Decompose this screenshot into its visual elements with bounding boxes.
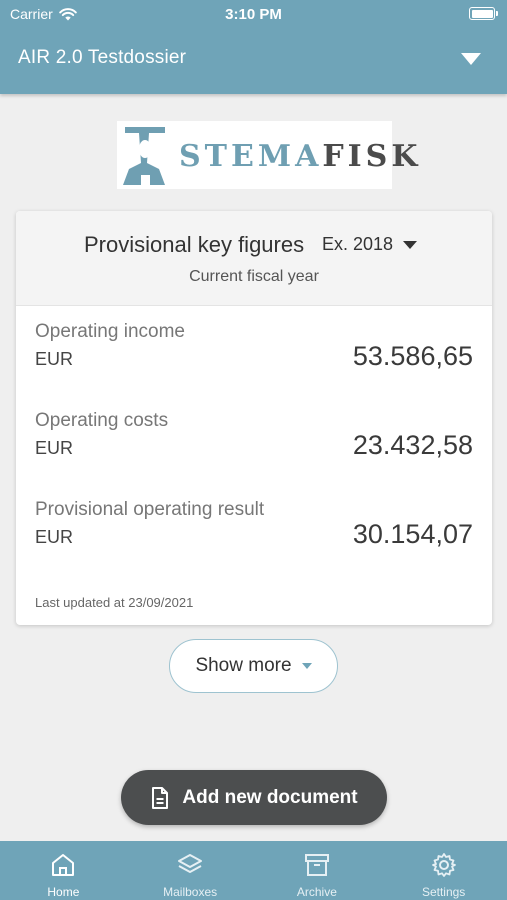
figure-value: 23.432,58 bbox=[352, 430, 473, 460]
fiscal-year-value: Ex. 2018 bbox=[322, 234, 394, 254]
figure-row-operating-result: Provisional operating result EUR 30.154,… bbox=[35, 499, 473, 569]
tab-mailboxes[interactable]: Mailboxes bbox=[127, 841, 254, 900]
figure-unit: EUR bbox=[35, 527, 74, 547]
logo-mark-icon bbox=[123, 127, 165, 185]
last-updated: Last updated at 23/09/2021 bbox=[35, 595, 194, 610]
status-time: 3:10 PM bbox=[225, 6, 282, 23]
caret-down-icon bbox=[403, 240, 418, 249]
figure-label: Operating costs bbox=[35, 410, 169, 431]
show-more-button[interactable]: Show more bbox=[169, 639, 338, 693]
figure-row-operating-costs: Operating costs EUR 23.432,58 bbox=[35, 410, 473, 480]
show-more-label: Show more bbox=[195, 655, 292, 676]
tab-label: Home bbox=[47, 885, 80, 899]
layers-icon bbox=[178, 854, 203, 873]
figure-value: 53.586,65 bbox=[352, 341, 473, 371]
card-title: Provisional key figures bbox=[84, 232, 305, 257]
add-new-document-label: Add new document bbox=[182, 786, 358, 808]
card-subtitle: Current fiscal year bbox=[189, 268, 319, 285]
top-bar: Carrier 3:10 PM AIR 2.0 Testdossier bbox=[0, 0, 507, 94]
add-new-document-button[interactable]: Add new document bbox=[121, 770, 387, 825]
logo-text: STEMAFISK bbox=[179, 139, 422, 174]
battery-icon bbox=[469, 7, 498, 20]
figure-row-operating-income: Operating income EUR 53.586,65 bbox=[35, 321, 473, 391]
tab-label: Mailboxes bbox=[163, 885, 218, 899]
dossier-title[interactable]: AIR 2.0 Testdossier bbox=[18, 47, 186, 69]
figure-unit: EUR bbox=[35, 438, 74, 458]
card-header: Provisional key figures Ex. 2018 Current… bbox=[16, 211, 492, 306]
tab-home[interactable]: Home bbox=[0, 841, 127, 900]
tab-archive[interactable]: Archive bbox=[254, 841, 381, 900]
archive-icon bbox=[304, 854, 329, 876]
figure-label: Provisional operating result bbox=[35, 499, 265, 520]
home-icon bbox=[52, 854, 75, 876]
key-figures-card: Provisional key figures Ex. 2018 Current… bbox=[16, 211, 492, 625]
company-logo: STEMAFISK bbox=[117, 121, 417, 189]
fiscal-year-select[interactable]: Ex. 2018 bbox=[322, 234, 418, 255]
bottom-tab-bar: Home Mailboxes Archive Settings bbox=[0, 841, 507, 900]
tab-label: Archive bbox=[296, 885, 337, 899]
tab-settings[interactable]: Settings bbox=[380, 841, 507, 900]
figure-value: 30.154,07 bbox=[352, 519, 473, 549]
figure-unit: EUR bbox=[35, 349, 74, 369]
dossier-dropdown-icon[interactable] bbox=[461, 53, 481, 65]
figure-label: Operating income bbox=[35, 321, 185, 342]
tab-label: Settings bbox=[421, 885, 466, 899]
gear-icon bbox=[431, 853, 456, 877]
status-bar: Carrier 3:10 PM bbox=[0, 0, 507, 30]
document-icon bbox=[152, 786, 169, 809]
caret-down-icon bbox=[301, 663, 312, 669]
